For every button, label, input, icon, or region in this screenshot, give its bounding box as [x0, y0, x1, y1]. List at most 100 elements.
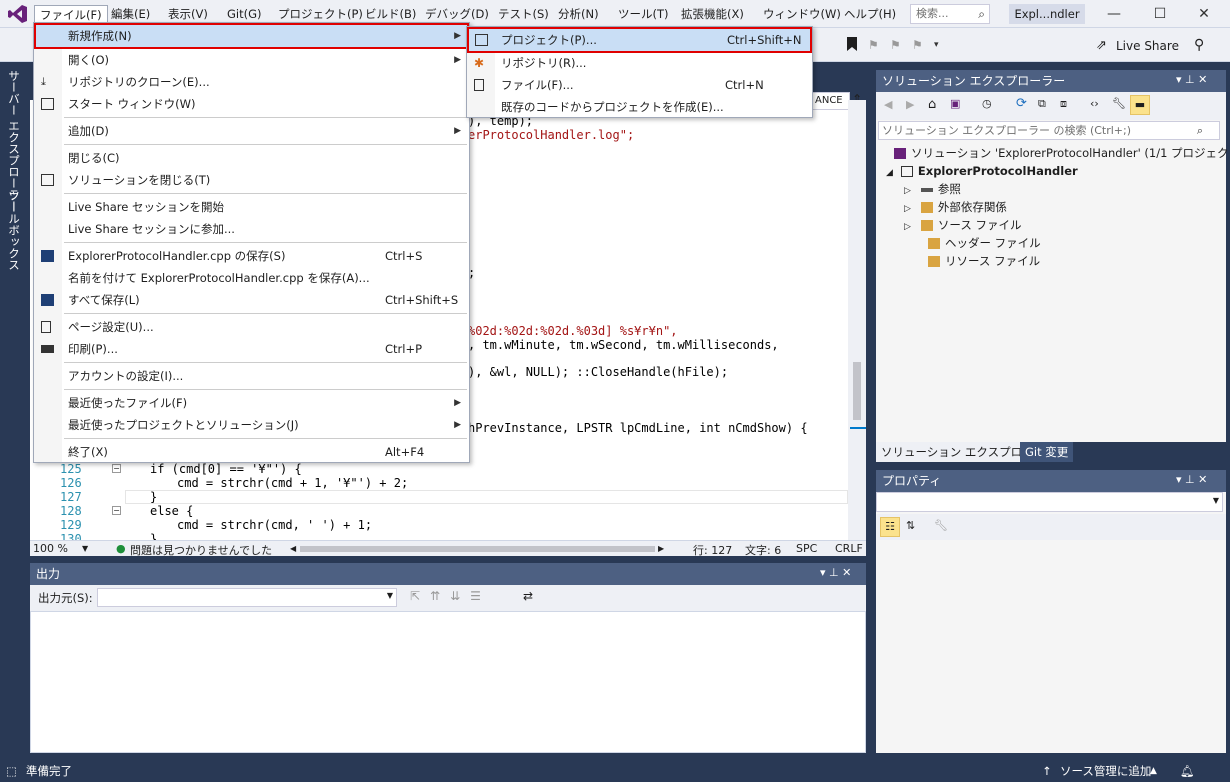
- menu-git[interactable]: Git(G): [222, 5, 267, 23]
- menu-item-save[interactable]: ExplorerProtocolHandler.cpp の保存(S) Ctrl+…: [34, 245, 469, 267]
- menu-item-account-settings[interactable]: アカウントの設定(I)...: [34, 365, 469, 387]
- switch-views-icon[interactable]: ▣: [950, 97, 960, 110]
- menu-extensions[interactable]: 拡張機能(X): [676, 5, 749, 23]
- menu-item-open[interactable]: 開く(O) ▶: [34, 49, 469, 71]
- menu-item-save-as[interactable]: 名前を付けて ExplorerProtocolHandler.cpp を保存(A…: [34, 267, 469, 289]
- show-all-files-icon[interactable]: ⧈: [1060, 97, 1067, 111]
- properties-wrench-icon[interactable]: 🔧︎: [1112, 97, 1126, 110]
- forward-icon[interactable]: ▶: [906, 98, 914, 111]
- crlf-indicator[interactable]: CRLF: [835, 542, 863, 555]
- output-toolbar-icons[interactable]: ⇱⇈⇊☰: [410, 589, 491, 603]
- tree-project[interactable]: ◢ ExplorerProtocolHandler: [886, 162, 1078, 180]
- bookmark-prev-icon[interactable]: ⚑: [868, 38, 879, 52]
- menu-item-new-project[interactable]: プロジェクト(P)... Ctrl+Shift+N: [467, 27, 812, 53]
- tree-source-files[interactable]: ▷ ソース ファイル: [904, 216, 1022, 234]
- solution-search-input[interactable]: ソリューション エクスプローラー の検索 (Ctrl+;) ⌕: [878, 121, 1220, 140]
- tree-external-deps[interactable]: ▷ 外部依存関係: [904, 198, 1007, 216]
- back-icon[interactable]: ◀: [884, 98, 892, 111]
- chevron-up-icon[interactable]: ▲: [1150, 760, 1157, 782]
- bookmark-icon[interactable]: [846, 36, 858, 52]
- editor-nav-combo[interactable]: ANCE: [812, 92, 850, 110]
- menu-edit[interactable]: 編集(E): [106, 5, 155, 23]
- home-icon[interactable]: ⌂: [928, 97, 936, 112]
- zoom-dropdown-icon[interactable]: ▼: [82, 544, 88, 553]
- feedback-icon[interactable]: ⚲: [1194, 37, 1204, 53]
- alphabetical-icon[interactable]: ⇅: [906, 519, 915, 532]
- menu-test[interactable]: テスト(S): [493, 5, 554, 23]
- properties-controls[interactable]: ▾ ⊥ ✕: [1176, 473, 1207, 486]
- menu-item-add[interactable]: 追加(D) ▶: [34, 120, 469, 142]
- menu-item-start-live-share[interactable]: Live Share セッションを開始: [34, 196, 469, 218]
- menu-item-recent-files[interactable]: 最近使ったファイル(F) ▶: [34, 392, 469, 414]
- categorized-icon[interactable]: ☷: [880, 517, 900, 537]
- issues-text[interactable]: 問題は見つかりませんでした: [130, 542, 272, 558]
- minimize-button[interactable]: —: [1100, 4, 1128, 24]
- menu-item-exit[interactable]: 終了(X) Alt+F4: [34, 441, 469, 463]
- hscroll-track[interactable]: [300, 546, 655, 552]
- menu-tools[interactable]: ツール(T): [613, 5, 674, 23]
- tab-git-changes[interactable]: Git 変更: [1020, 442, 1074, 462]
- menu-item-save-all[interactable]: すべて保存(L) Ctrl+Shift+S: [34, 289, 469, 311]
- output-text-area[interactable]: [30, 611, 866, 753]
- collapse-icon[interactable]: −: [112, 464, 121, 473]
- bookmark-clear-icon[interactable]: ⚑: [912, 38, 923, 52]
- menu-view[interactable]: 表示(V): [163, 5, 213, 23]
- menu-item-page-setup[interactable]: ページ設定(U)...: [34, 316, 469, 338]
- toolbar-overflow-icon[interactable]: ▾: [934, 40, 939, 50]
- menu-help[interactable]: ヘルプ(H): [839, 5, 901, 23]
- menu-file[interactable]: ファイル(F): [34, 5, 108, 23]
- menu-item-start-window[interactable]: スタート ウィンドウ(W): [34, 93, 469, 115]
- menu-analyze[interactable]: 分析(N): [553, 5, 604, 23]
- output-source-select[interactable]: ▼: [97, 588, 397, 607]
- collapse-icon[interactable]: −: [112, 506, 121, 515]
- property-pages-icon[interactable]: 🔧︎: [934, 519, 948, 532]
- menu-item-clone[interactable]: ⤓ リポジトリのクローン(E)...: [34, 71, 469, 93]
- menu-item-print[interactable]: 印刷(P)... Ctrl+P: [34, 338, 469, 360]
- tree-resource-files[interactable]: リソース ファイル: [928, 252, 1040, 270]
- menu-build[interactable]: ビルド(B): [360, 5, 421, 23]
- tab-toolbox[interactable]: ツールボックス: [6, 190, 22, 271]
- menu-item-project-from-code[interactable]: 既存のコードからプロジェクトを作成(E)...: [467, 96, 812, 118]
- maximize-button[interactable]: ☐: [1146, 4, 1174, 24]
- hscroll-right-icon[interactable]: ▶: [658, 544, 664, 553]
- close-button[interactable]: ✕: [1190, 4, 1218, 24]
- live-share-button[interactable]: Live Share: [1096, 37, 1179, 55]
- menu-item-new[interactable]: 新規作成(N) ▶: [34, 23, 469, 49]
- notifications-icon[interactable]: 🔔︎: [1180, 760, 1195, 782]
- menu-item-shortcut: Ctrl+Shift+N: [727, 33, 802, 47]
- menu-item-join-live-share[interactable]: Live Share セッションに参加...: [34, 218, 469, 240]
- hscroll-left-icon[interactable]: ◀: [290, 544, 296, 553]
- history-icon[interactable]: ◷: [982, 97, 992, 110]
- properties-object-select[interactable]: ▼: [876, 492, 1223, 512]
- tree-solution[interactable]: ソリューション 'ExplorerProtocolHandler' (1/1 プ…: [894, 144, 1230, 162]
- menu-window[interactable]: ウィンドウ(W): [758, 5, 846, 23]
- word-wrap-icon[interactable]: ⇄: [523, 589, 533, 603]
- output-panel-controls[interactable]: ▾ ⊥ ✕: [820, 566, 851, 579]
- vs-logo-icon[interactable]: [8, 4, 28, 24]
- menu-item-recent-projects[interactable]: 最近使ったプロジェクトとソリューション(J) ▶: [34, 414, 469, 436]
- tree-references[interactable]: ▷ 参照: [904, 180, 961, 198]
- menu-item-close[interactable]: 閉じる(C): [34, 147, 469, 169]
- menu-item-new-file[interactable]: ファイル(F)... Ctrl+N: [467, 74, 812, 96]
- expanded-icon: ◢: [886, 168, 893, 178]
- sync-icon[interactable]: ⟳: [1016, 96, 1027, 111]
- spc-indicator[interactable]: SPC: [796, 542, 817, 555]
- scroll-thumb[interactable]: [853, 362, 861, 420]
- collapse-all-icon[interactable]: ⧉: [1038, 97, 1046, 111]
- solution-explorer-controls[interactable]: ▾ ⊥ ✕: [1176, 73, 1207, 86]
- add-source-control[interactable]: ソース管理に追加: [1060, 760, 1151, 782]
- menu-item-close-solution[interactable]: ソリューションを閉じる(T): [34, 169, 469, 191]
- code-view-icon[interactable]: ‹›: [1090, 97, 1099, 110]
- bookmark-next-icon[interactable]: ⚑: [890, 38, 901, 52]
- menu-item-new-repository[interactable]: ✱ リポジトリ(R)...: [467, 52, 812, 74]
- search-input[interactable]: 検索... ⌕: [910, 4, 990, 24]
- editor-vertical-scrollbar[interactable]: [848, 100, 866, 540]
- zoom-level[interactable]: 100 %: [33, 542, 68, 555]
- char-indicator[interactable]: 文字: 6: [745, 542, 781, 558]
- menu-debug[interactable]: デバッグ(D): [420, 5, 494, 23]
- menu-item-shortcut: Ctrl+P: [385, 342, 423, 356]
- line-indicator[interactable]: 行: 127: [693, 542, 732, 558]
- tree-header-files[interactable]: ヘッダー ファイル: [928, 234, 1041, 252]
- preview-icon[interactable]: ▬: [1130, 95, 1150, 115]
- menu-project[interactable]: プロジェクト(P): [273, 5, 368, 23]
